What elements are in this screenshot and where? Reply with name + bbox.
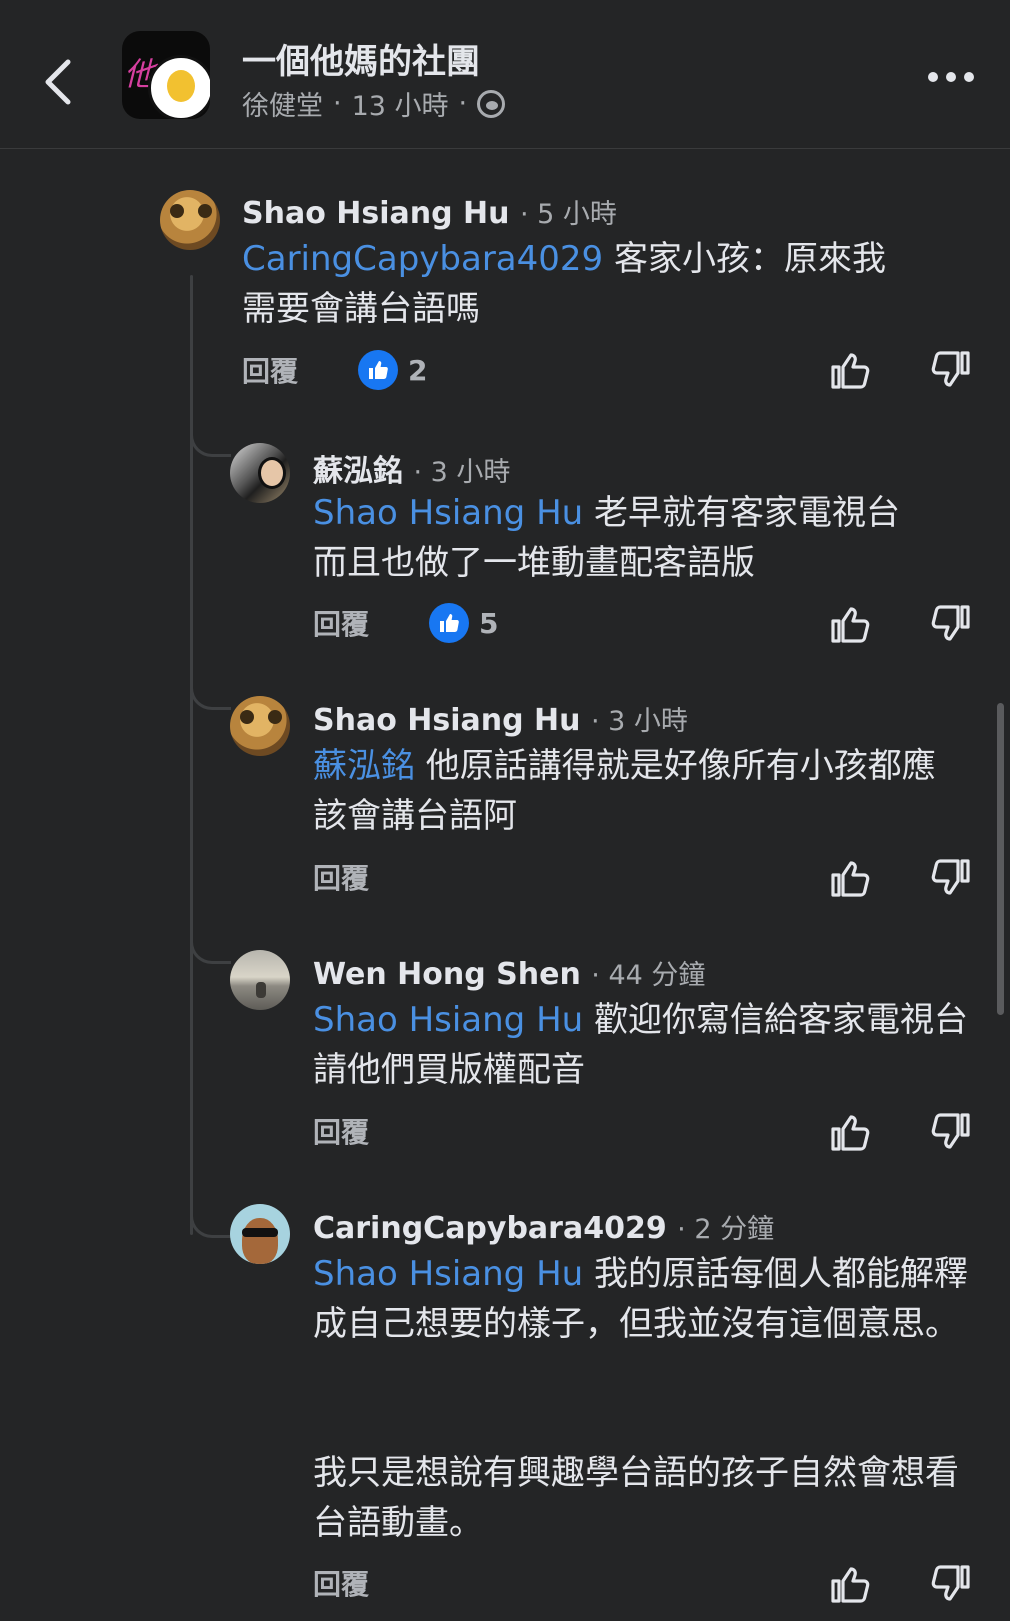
scrollbar[interactable]	[997, 703, 1004, 1015]
thread-branch	[190, 432, 231, 457]
upvote-icon[interactable]	[829, 603, 871, 645]
comment-body-paragraph: 我只是想說有興趣學台語的孩子自然會想看台語動畫。	[313, 1453, 959, 1543]
thread-branch	[190, 685, 231, 710]
comment-body: CaringCapybara4029 客家小孩：原來我需要會講台語嗎	[242, 234, 892, 334]
downvote-icon[interactable]	[930, 349, 972, 391]
comment-actions: 回覆 2	[242, 350, 428, 390]
comment-author[interactable]: Wen Hong Shen · 44 分鐘	[313, 953, 705, 992]
more-options-icon[interactable]	[928, 72, 974, 82]
comment-actions: 回覆 5	[313, 603, 499, 643]
thread-branch	[190, 1213, 231, 1238]
group-name[interactable]: 一個他媽的社團	[242, 34, 480, 83]
comment-body: Shao Hsiang Hu 我的原話每個人都能解釋成自己想要的樣子，但我並沒有…	[313, 1249, 968, 1349]
comment-actions: 回覆	[313, 1563, 429, 1603]
comment-time: · 2 分鐘	[677, 1214, 775, 1245]
group-avatar[interactable]: 他媽	[122, 31, 210, 119]
comment-author[interactable]: CaringCapybara4029 · 2 分鐘	[313, 1207, 774, 1246]
post-time: 13 小時	[351, 91, 449, 122]
avatar[interactable]	[230, 1204, 290, 1264]
upvote-icon[interactable]	[829, 857, 871, 899]
post-header: 他媽 一個他媽的社團 徐健堂 · 13 小時 ·	[0, 0, 1010, 149]
meta-separator: ·	[333, 88, 342, 119]
comment-time: · 5 小時	[519, 199, 617, 230]
reply-button[interactable]: 回覆	[313, 857, 369, 897]
comment-body: Shao Hsiang Hu 老早就有客家電視台 而且也做了一堆動畫配客語版	[313, 488, 943, 588]
reply-button[interactable]: 回覆	[313, 1111, 369, 1151]
comment-time: · 3 小時	[590, 706, 688, 737]
mention-link[interactable]: Shao Hsiang Hu	[313, 493, 583, 533]
downvote-icon[interactable]	[930, 857, 972, 899]
globe-icon	[477, 89, 506, 118]
upvote-icon[interactable]	[829, 349, 871, 391]
post-meta: 徐健堂 · 13 小時 ·	[242, 84, 506, 123]
reaction-count[interactable]: 2	[358, 350, 428, 390]
avatar[interactable]	[230, 696, 290, 756]
downvote-icon[interactable]	[930, 1111, 972, 1153]
comment-author[interactable]: Shao Hsiang Hu · 3 小時	[313, 699, 688, 738]
comment-author[interactable]: Shao Hsiang Hu · 5 小時	[242, 192, 617, 231]
comment-body: Shao Hsiang Hu 歡迎你寫信給客家電視台 請他們買版權配音	[313, 995, 968, 1095]
avatar[interactable]	[230, 950, 290, 1010]
avatar[interactable]	[230, 443, 290, 503]
comment-time: · 3 小時	[413, 457, 511, 488]
reply-button[interactable]: 回覆	[313, 1563, 369, 1603]
like-reaction-icon	[429, 603, 470, 643]
comment-actions: 回覆	[313, 1111, 429, 1151]
group-avatar-badge-icon	[148, 55, 210, 119]
poster-name[interactable]: 徐健堂	[242, 84, 323, 123]
downvote-icon[interactable]	[930, 603, 972, 645]
mention-link[interactable]: 蘇泓銘	[313, 746, 415, 786]
comment-actions: 回覆	[313, 857, 429, 897]
reply-button[interactable]: 回覆	[242, 350, 298, 390]
comment-time: · 44 分鐘	[591, 960, 706, 991]
mention-link[interactable]: CaringCapybara4029	[242, 239, 603, 279]
avatar[interactable]	[160, 190, 220, 250]
back-chevron-icon[interactable]	[40, 56, 80, 108]
comment-author[interactable]: 蘇泓銘 · 3 小時	[313, 446, 510, 490]
thread-branch	[190, 939, 231, 964]
reaction-count[interactable]: 5	[429, 603, 499, 643]
upvote-icon[interactable]	[829, 1111, 871, 1153]
mention-link[interactable]: Shao Hsiang Hu	[313, 1000, 583, 1040]
comment-body: 蘇泓銘 他原話講得就是好像所有小孩都應該會講台語阿	[313, 741, 968, 841]
mention-link[interactable]: Shao Hsiang Hu	[313, 1254, 583, 1294]
like-reaction-icon	[358, 350, 399, 390]
thread-line	[190, 275, 193, 1235]
meta-separator: ·	[458, 88, 468, 119]
reply-button[interactable]: 回覆	[313, 603, 369, 643]
upvote-icon[interactable]	[829, 1563, 871, 1605]
downvote-icon[interactable]	[930, 1563, 972, 1605]
